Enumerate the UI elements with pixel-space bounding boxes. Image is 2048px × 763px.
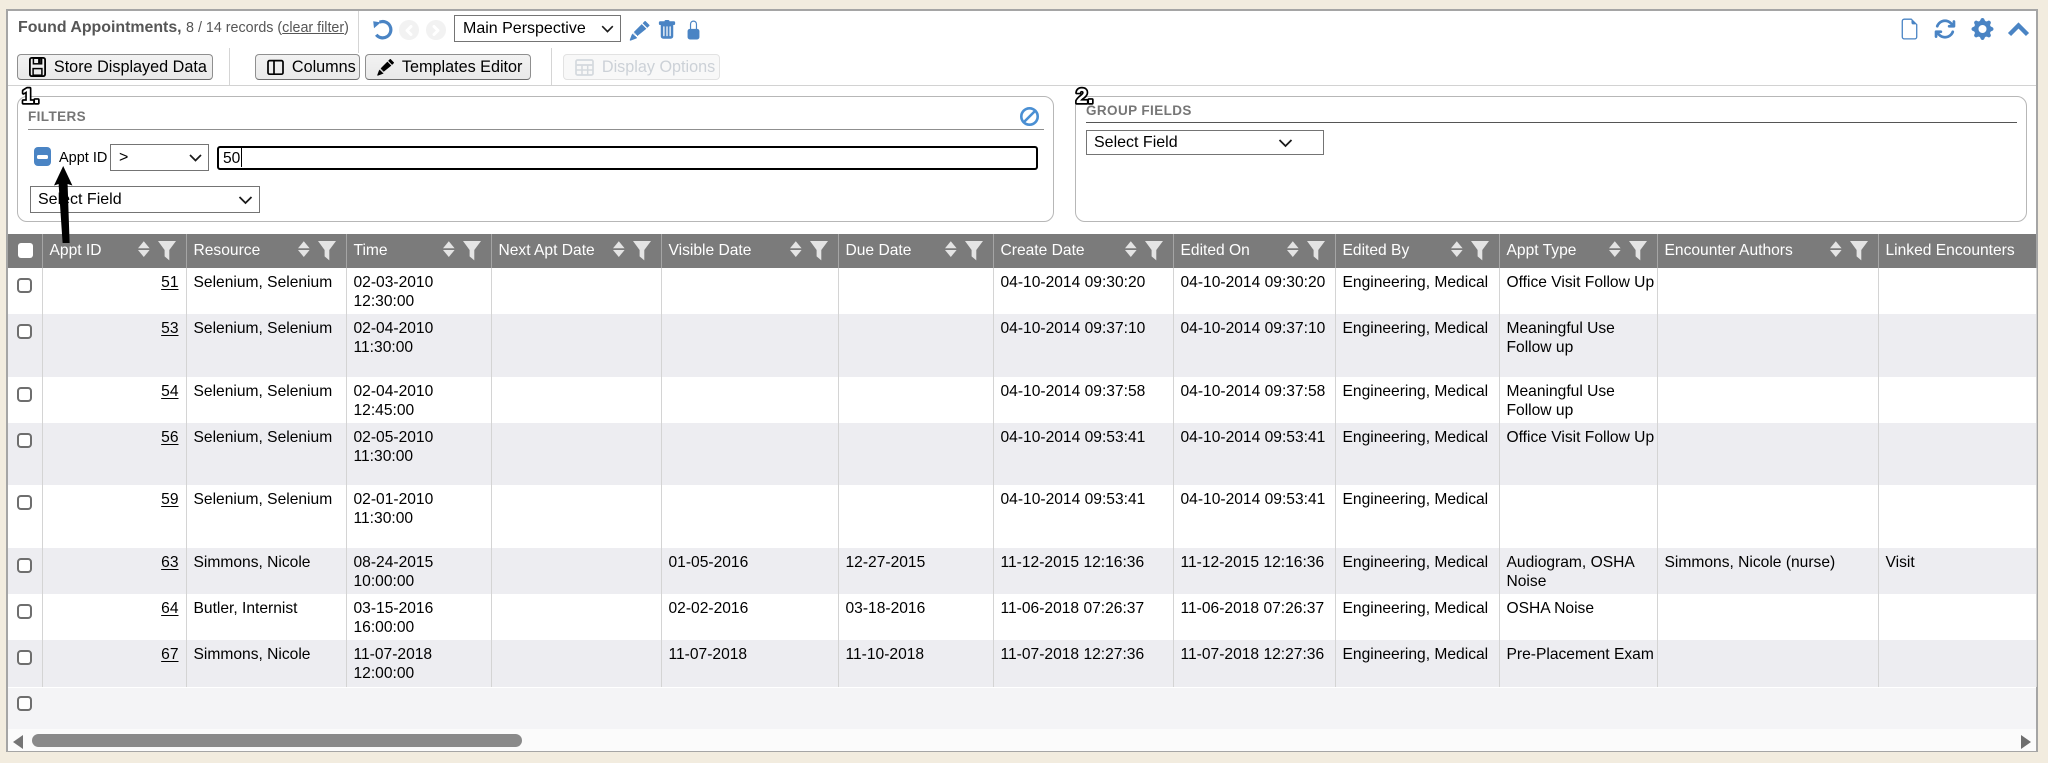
svg-text:2.: 2. bbox=[1076, 85, 1094, 108]
svg-text:1.: 1. bbox=[22, 85, 40, 108]
